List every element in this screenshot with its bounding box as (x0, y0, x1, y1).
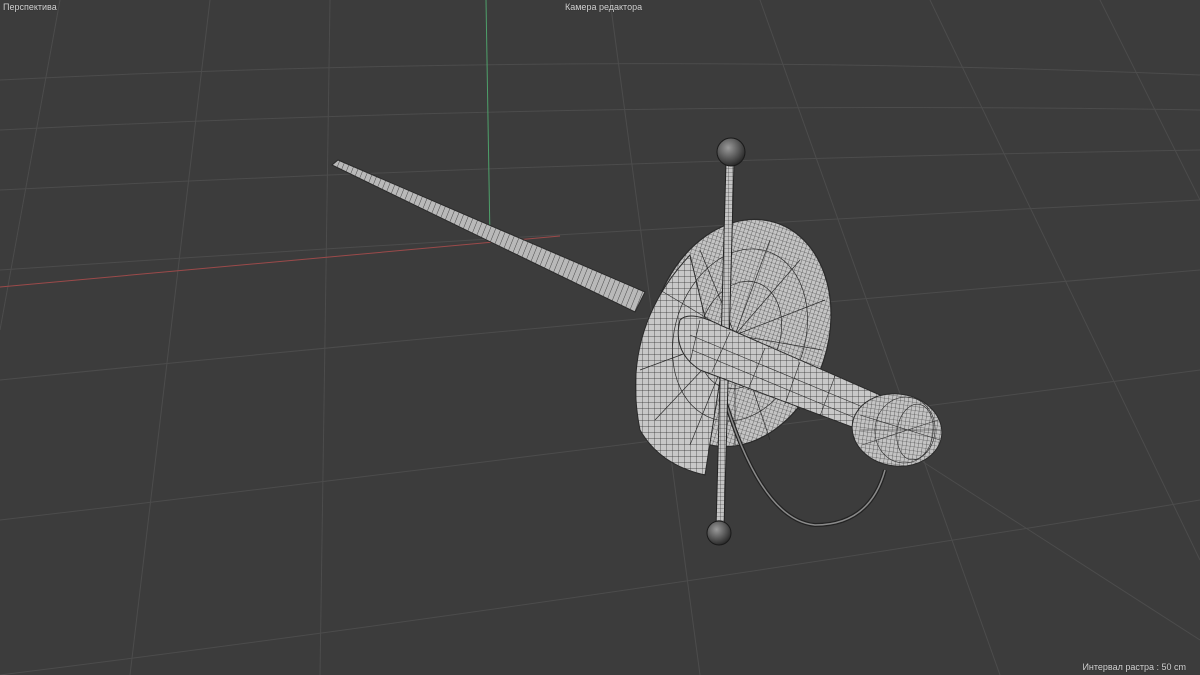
x-axis-line (0, 235, 561, 288)
editor-viewport[interactable]: Перспектива Камера редактора Интервал ра… (0, 0, 1200, 675)
floor-grid (0, 0, 1200, 675)
camera-label[interactable]: Камера редактора (565, 2, 642, 13)
grid-spacing-label: Интервал растра : 50 cm (1082, 662, 1186, 672)
view-name-label[interactable]: Перспектива (3, 2, 57, 13)
sword-model[interactable] (331, 137, 947, 546)
quillon-top-ball[interactable] (716, 137, 746, 167)
sword-blade[interactable] (331, 159, 646, 313)
quillon-bottom-ball[interactable] (706, 520, 732, 546)
y-axis-line (485, 0, 491, 241)
viewport-scene[interactable] (0, 0, 1200, 675)
